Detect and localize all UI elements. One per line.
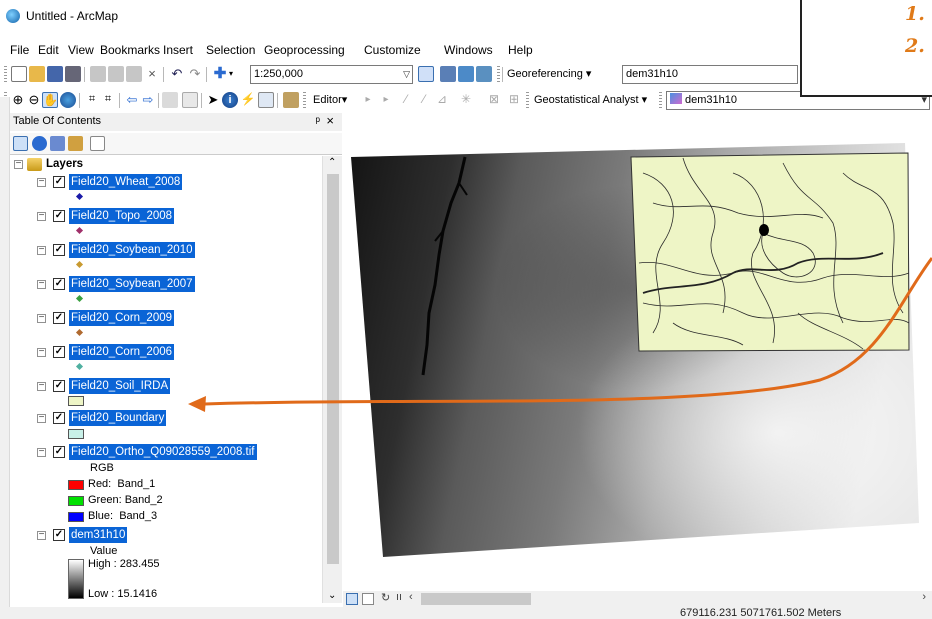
pause-drawing-icon[interactable]: ıı [396,591,402,603]
scroll-right-icon[interactable]: › [922,591,926,603]
map-horizontal-scrollbar[interactable]: ↻ ıı ‹ › [343,591,932,607]
annotation-arrow-line [204,257,932,406]
cursor-coordinates: 679116.231 5071761.502 Meters [680,607,842,619]
status-bar: 679116.231 5071761.502 Meters [0,607,932,619]
scroll-left-icon[interactable]: ‹ [409,591,413,603]
annotation-arrow-head-icon [188,396,206,412]
refresh-icon[interactable]: ↻ [381,591,390,604]
scrollbar-thumb[interactable] [421,593,531,605]
data-view-icon[interactable] [346,593,358,605]
annotation-arrow-layer [188,257,932,412]
layout-view-icon[interactable] [362,593,374,605]
